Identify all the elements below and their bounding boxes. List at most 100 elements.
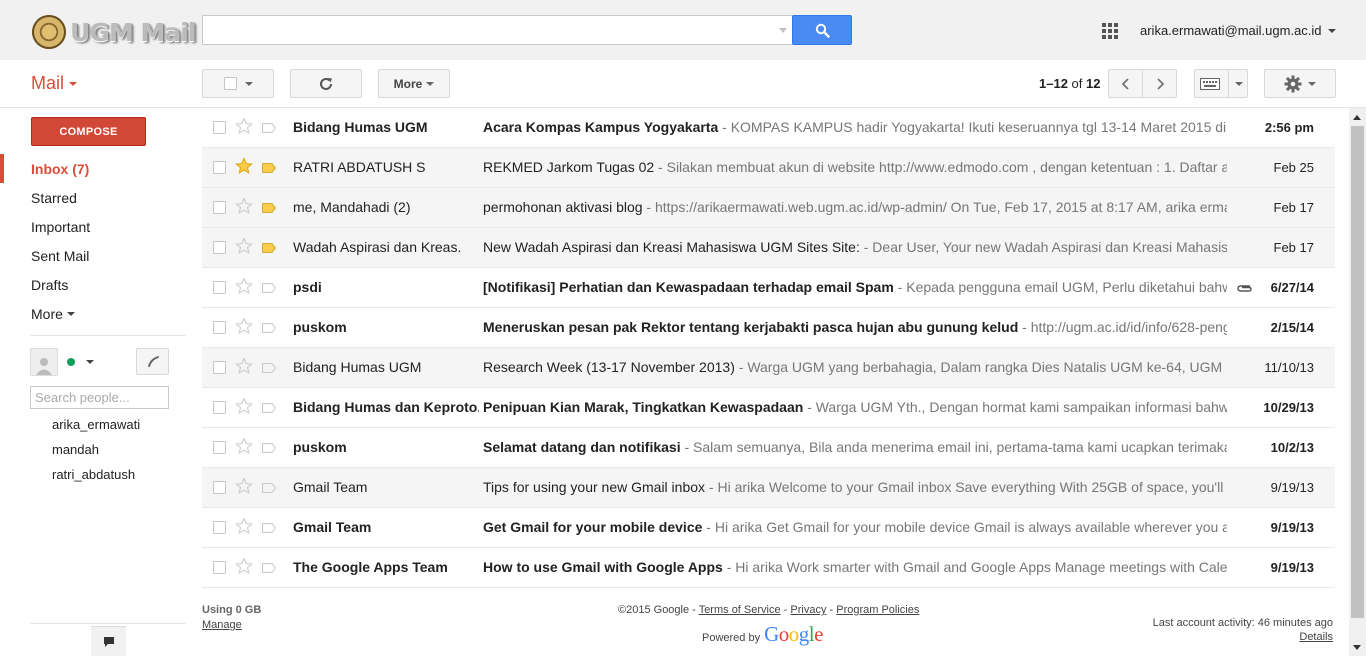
message-row[interactable]: Bidang Humas UGM Acara Kompas Kampus Yog… (202, 108, 1335, 148)
important-marker-icon[interactable] (262, 283, 276, 293)
message-row[interactable]: The Google Apps Team How to use Gmail wi… (202, 548, 1335, 588)
important-marker-icon[interactable] (262, 123, 276, 133)
important-marker-icon[interactable] (262, 563, 276, 573)
select-all-button[interactable] (202, 69, 274, 98)
sidebar-item-sent-mail[interactable]: Sent Mail (0, 241, 190, 270)
compose-button[interactable]: COMPOSE (31, 117, 146, 146)
important-marker-icon[interactable] (262, 443, 276, 453)
activity-details-link[interactable]: Details (1153, 631, 1333, 643)
manage-storage-link[interactable]: Manage (202, 619, 261, 631)
important-marker-icon[interactable] (262, 523, 276, 533)
star-icon[interactable] (235, 397, 253, 415)
message-checkbox[interactable] (213, 521, 226, 534)
star-icon[interactable] (235, 237, 253, 255)
powered-by-label: Powered by (702, 632, 761, 644)
google-logo[interactable]: Google (764, 622, 823, 647)
search-button[interactable] (792, 15, 852, 45)
terms-link[interactable]: Terms of Service (699, 604, 781, 616)
message-row[interactable]: psdi [Notifikasi] Perhatian dan Kewaspad… (202, 268, 1335, 308)
message-row[interactable]: Gmail Team Tips for using your new Gmail… (202, 468, 1335, 508)
chat-button[interactable] (91, 626, 126, 656)
message-content: Acara Kompas Kampus Yogyakarta - KOMPAS … (483, 108, 1227, 148)
message-row[interactable]: RATRI ABDATUSH S REKMED Jarkom Tugas 02 … (202, 148, 1335, 188)
star-icon[interactable] (235, 117, 253, 135)
scroll-up-arrow-icon[interactable] (1353, 115, 1361, 120)
star-icon[interactable] (235, 557, 253, 575)
important-marker-icon[interactable] (262, 243, 276, 253)
sidebar-item-drafts[interactable]: Drafts (0, 270, 190, 299)
message-checkbox[interactable] (213, 481, 226, 494)
message-checkbox[interactable] (213, 321, 226, 334)
select-all-checkbox[interactable] (223, 77, 237, 90)
message-checkbox[interactable] (213, 281, 226, 294)
keyboard-icon (1199, 77, 1220, 90)
message-checkbox[interactable] (213, 241, 226, 254)
ugm-seal-icon (32, 15, 66, 49)
more-actions-button[interactable]: More (378, 69, 450, 98)
message-snippet: - https://arikaermawati.web.ugm.ac.id/wp… (642, 199, 1227, 215)
message-checkbox[interactable] (213, 561, 226, 574)
message-row[interactable]: puskom Selamat datang dan notifikasi - S… (202, 428, 1335, 468)
contact-item[interactable]: mandah (52, 439, 140, 464)
avatar[interactable] (30, 348, 58, 376)
logo[interactable]: UGM Mail (32, 12, 196, 52)
newer-button[interactable] (1108, 69, 1143, 98)
message-row[interactable]: Gmail Team Get Gmail for your mobile dev… (202, 508, 1335, 548)
message-sender: Gmail Team (293, 519, 372, 535)
people-search-input[interactable] (31, 387, 168, 408)
message-row[interactable]: puskom Meneruskan pesan pak Rektor tenta… (202, 308, 1335, 348)
star-icon[interactable] (235, 357, 253, 375)
scrollbar-thumb[interactable] (1351, 126, 1364, 618)
message-checkbox[interactable] (213, 361, 226, 374)
contact-item[interactable]: ratri_abdatush (52, 464, 140, 489)
message-checkbox[interactable] (213, 121, 226, 134)
chevron-down-icon[interactable] (86, 360, 94, 364)
contact-item[interactable]: arika_ermawati (52, 414, 140, 439)
search-input[interactable] (203, 16, 763, 44)
status-available-icon[interactable] (67, 358, 75, 366)
message-row[interactable]: Bidang Humas dan Keproto. Penipuan Kian … (202, 388, 1335, 428)
star-icon[interactable] (235, 317, 253, 335)
mail-label: Mail (31, 73, 65, 93)
star-icon[interactable] (235, 197, 253, 215)
input-tools-button[interactable] (1194, 69, 1248, 98)
pager-of: of (1071, 76, 1083, 91)
apps-grid-icon[interactable] (1102, 23, 1118, 39)
important-marker-icon[interactable] (262, 203, 276, 213)
message-checkbox[interactable] (213, 161, 226, 174)
message-row[interactable]: me, Mandahadi (2) permohonan aktivasi bl… (202, 188, 1335, 228)
message-row[interactable]: Bidang Humas UGM Research Week (13-17 No… (202, 348, 1335, 388)
account-menu[interactable]: arika.ermawati@mail.ugm.ac.id (1140, 23, 1336, 38)
message-checkbox[interactable] (213, 201, 226, 214)
program-policies-link[interactable]: Program Policies (836, 604, 919, 616)
message-snippet: - Hi arika Welcome to your Gmail inbox S… (708, 479, 1227, 495)
account-email: arika.ermawati@mail.ugm.ac.id (1140, 23, 1322, 38)
sidebar-item-inbox[interactable]: Inbox (7) (0, 154, 190, 183)
message-checkbox[interactable] (213, 401, 226, 414)
mail-switcher[interactable]: Mail (31, 73, 78, 94)
scroll-down-arrow-icon[interactable] (1353, 645, 1361, 650)
phone-call-button[interactable] (136, 348, 169, 375)
important-marker-icon[interactable] (262, 363, 276, 373)
important-marker-icon[interactable] (262, 323, 276, 333)
sidebar-item-starred[interactable]: Starred (0, 183, 190, 212)
settings-button[interactable] (1264, 69, 1336, 98)
star-icon[interactable] (235, 477, 253, 495)
important-marker-icon[interactable] (262, 483, 276, 493)
star-icon[interactable] (235, 157, 253, 175)
important-marker-icon[interactable] (262, 163, 276, 173)
message-subject: Research Week (13-17 November 2013) (483, 359, 735, 375)
star-icon[interactable] (235, 517, 253, 535)
sidebar-item-important[interactable]: Important (0, 212, 190, 241)
message-checkbox[interactable] (213, 441, 226, 454)
sidebar-item-more[interactable]: More (0, 299, 190, 328)
older-button[interactable] (1142, 69, 1177, 98)
search-options-caret-icon[interactable] (779, 28, 787, 33)
star-icon[interactable] (235, 277, 253, 295)
important-marker-icon[interactable] (262, 403, 276, 413)
privacy-link[interactable]: Privacy (790, 604, 826, 616)
scrollbar[interactable] (1349, 108, 1366, 656)
message-row[interactable]: Wadah Aspirasi dan Kreas. New Wadah Aspi… (202, 228, 1335, 268)
refresh-button[interactable] (290, 69, 362, 98)
star-icon[interactable] (235, 437, 253, 455)
